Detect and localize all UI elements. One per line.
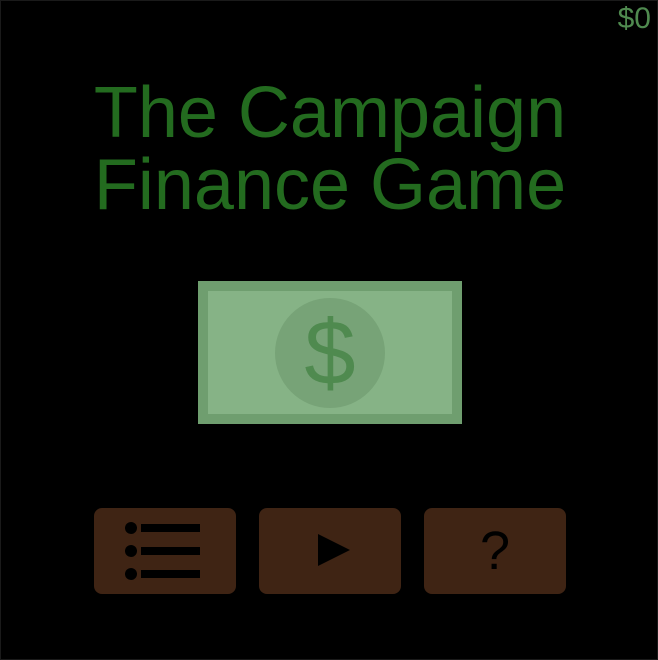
- game-screen: $0 The Campaign Finance Game $ ?: [0, 0, 658, 660]
- game-title-line-1: The Campaign: [93, 73, 567, 153]
- game-title: The Campaign Finance Game: [1, 77, 658, 221]
- help-button[interactable]: ?: [424, 508, 566, 594]
- play-icon: [318, 534, 350, 566]
- dollar-bill-icon[interactable]: $: [198, 281, 462, 424]
- game-title-line-2: Finance Game: [93, 145, 567, 225]
- list-icon: [125, 522, 200, 580]
- money-counter: $0: [617, 2, 651, 35]
- menu-button[interactable]: [94, 508, 236, 594]
- play-button[interactable]: [259, 508, 401, 594]
- dollar-sign-icon: $: [275, 298, 385, 408]
- question-mark-icon: ?: [479, 521, 511, 581]
